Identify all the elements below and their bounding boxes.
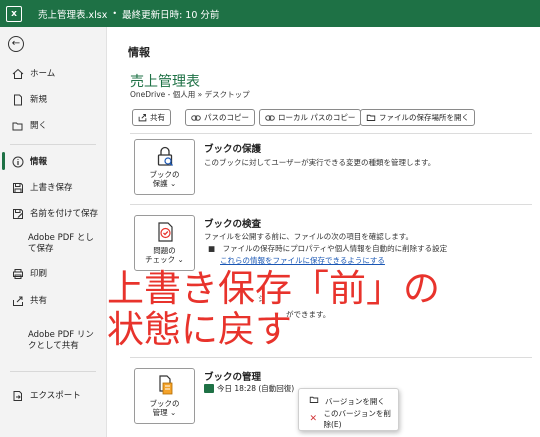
open-version-label: バージョンを開く xyxy=(325,396,385,406)
excel-logo-icon: x xyxy=(6,5,22,22)
version-entry[interactable]: 今日 18:28 (自動回復) xyxy=(204,383,294,394)
sidebar-divider xyxy=(10,371,96,372)
backstage-sidebar: ← ホーム 新規 開く 情報 上書き保存 名前を付けて保存 Adobe PDF … xyxy=(0,27,107,437)
check-issues-button-label: 問題の チェック ⌄ xyxy=(145,246,184,264)
manage-workbook-button-label: ブックの 管理 ⌄ xyxy=(149,399,180,417)
sidebar-item-info[interactable]: 情報 xyxy=(0,156,107,168)
save-as-icon xyxy=(13,209,23,219)
title-bar: x 売上管理表.xlsx • 最終更新日時: 10 分前 xyxy=(0,0,540,27)
check-issues-button[interactable]: 問題の チェック ⌄ xyxy=(134,215,195,271)
sidebar-item-label: 上書き保存 xyxy=(30,183,73,193)
sidebar-item-label: 開く xyxy=(30,121,48,131)
folder-icon xyxy=(366,114,376,121)
new-file-icon xyxy=(14,94,22,106)
copy-path-button[interactable]: パスのコピー xyxy=(185,109,255,126)
sidebar-item-adobe-pdf-save[interactable]: Adobe PDF として保存 xyxy=(0,233,100,255)
version-entry-label: 今日 18:28 (自動回復) xyxy=(217,384,295,393)
version-context-menu: バージョンを開く ✕ このバージョンを削除(E) xyxy=(298,388,399,431)
copy-local-path-button[interactable]: ローカル パスのコピー xyxy=(259,109,362,126)
section-divider xyxy=(130,204,532,205)
section-divider xyxy=(130,133,532,134)
link-icon xyxy=(265,114,275,121)
open-file-location-button-label: ファイルの保存場所を開く xyxy=(379,113,469,122)
sidebar-item-label: Adobe PDF リンクとして共有 xyxy=(28,330,94,351)
excel-file-icon xyxy=(204,384,214,393)
share-icon xyxy=(13,296,23,306)
delete-version-menu-item[interactable]: ✕ このバージョンを削除(E) xyxy=(299,409,398,429)
page-title: 情報 xyxy=(128,46,150,59)
share-icon xyxy=(138,114,147,122)
lock-icon xyxy=(153,145,177,167)
sidebar-item-adobe-pdf-link[interactable]: Adobe PDF リンクとして共有 xyxy=(0,330,100,352)
sidebar-item-label: 共有 xyxy=(30,296,48,306)
open-file-location-button[interactable]: ファイルの保存場所を開く xyxy=(360,109,475,126)
workbook-name: 売上管理表 xyxy=(130,74,200,90)
protect-workbook-button[interactable]: ブックの 保護 ⌄ xyxy=(134,139,195,195)
annotation-line-1: 上書き保存「前」の xyxy=(107,267,441,310)
section-divider xyxy=(130,357,532,358)
delete-x-icon: ✕ xyxy=(309,414,317,424)
delete-version-label: このバージョンを削除(E) xyxy=(323,409,391,429)
inspect-bullet: ■ ファイルの保存時にプロパティや個人情報を自動的に削除する設定 xyxy=(208,244,448,253)
inspect-document-icon xyxy=(153,221,177,243)
manage-workbook-button[interactable]: ブックの 管理 ⌄ xyxy=(134,368,195,424)
sidebar-item-home[interactable]: ホーム xyxy=(0,68,107,80)
sidebar-item-export[interactable]: エクスポート xyxy=(0,390,107,402)
title-saved-status: 最終更新日時: 10 分前 xyxy=(122,9,220,21)
annotation-line-2: 状態に戻す xyxy=(107,308,293,351)
sidebar-item-share[interactable]: 共有 xyxy=(0,295,107,307)
print-icon xyxy=(13,269,23,279)
title-filename: 売上管理表.xlsx xyxy=(38,9,108,21)
open-folder-icon xyxy=(308,395,320,407)
annotation-overlay: 上書き保存「前」の 状態に戻す xyxy=(107,267,441,351)
manage-document-icon xyxy=(153,374,177,396)
sidebar-divider xyxy=(10,144,96,145)
manage-section-title: ブックの管理 xyxy=(204,372,262,383)
info-pane: 情報 売上管理表 OneDrive - 個人用 » デスクトップ 共有 パスのコ… xyxy=(108,27,540,437)
info-icon xyxy=(12,156,24,168)
title-separator: • xyxy=(112,9,118,18)
inspect-section-title: ブックの検査 xyxy=(204,219,262,230)
sidebar-item-label: 新規 xyxy=(30,95,48,105)
workbook-path: OneDrive - 個人用 » デスクトップ xyxy=(130,90,250,99)
sidebar-item-label: 名前を付けて保存 xyxy=(30,209,99,219)
home-icon xyxy=(12,68,24,79)
sidebar-item-label: 情報 xyxy=(30,157,48,167)
protect-section-desc: このブックに対してユーザーが実行できる変更の種類を管理します。 xyxy=(204,158,436,167)
link-icon xyxy=(191,114,201,121)
sidebar-item-label: 印刷 xyxy=(30,269,48,279)
protect-workbook-button-label: ブックの 保護 ⌄ xyxy=(149,170,180,188)
sidebar-item-label: ホーム xyxy=(30,69,56,79)
share-button[interactable]: 共有 xyxy=(132,109,171,126)
inspect-section-desc: ファイルを公開する前に、ファイルの次の項目を確認します。 xyxy=(204,232,414,241)
sidebar-item-label: Adobe PDF として保存 xyxy=(28,233,94,254)
protect-section-title: ブックの保護 xyxy=(204,144,262,155)
sidebar-item-print[interactable]: 印刷 xyxy=(0,268,107,280)
copy-local-path-button-label: ローカル パスのコピー xyxy=(278,113,356,122)
allow-save-info-link[interactable]: これらの情報をファイルに保存できるようにする xyxy=(220,255,385,266)
sidebar-item-new[interactable]: 新規 xyxy=(0,94,107,106)
export-icon xyxy=(13,391,22,401)
sidebar-item-save-as[interactable]: 名前を付けて保存 xyxy=(0,208,107,220)
sidebar-item-open[interactable]: 開く xyxy=(0,120,107,132)
save-icon xyxy=(13,183,23,193)
copy-path-button-label: パスのコピー xyxy=(204,113,249,122)
sidebar-item-label: エクスポート xyxy=(30,391,81,401)
share-button-label: 共有 xyxy=(150,113,165,122)
back-arrow-icon[interactable]: ← xyxy=(8,36,24,52)
sidebar-item-save[interactable]: 上書き保存 xyxy=(0,182,107,194)
open-folder-icon xyxy=(12,122,23,131)
